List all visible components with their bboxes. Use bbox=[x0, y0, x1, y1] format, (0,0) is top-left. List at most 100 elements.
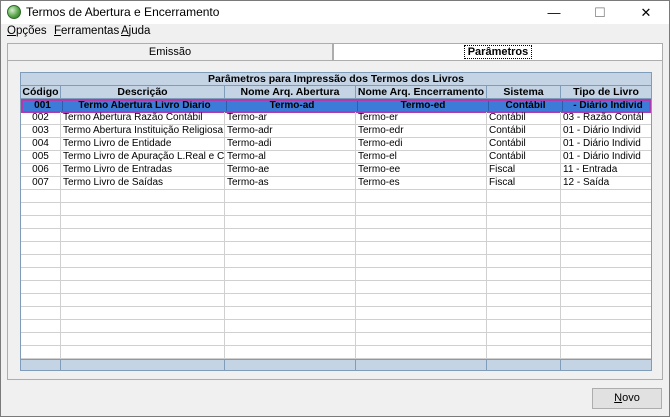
cell-tipo-livro[interactable] bbox=[561, 190, 651, 202]
cell-arq-abertura[interactable] bbox=[225, 255, 356, 267]
cell-tipo-livro[interactable] bbox=[561, 229, 651, 241]
cell-sistema[interactable] bbox=[487, 242, 561, 254]
cell-sistema[interactable]: Contábil bbox=[489, 101, 563, 111]
cell-descricao[interactable]: Termo Livro de Entradas bbox=[61, 164, 225, 176]
novo-button[interactable]: Novo bbox=[592, 388, 662, 409]
empty-row[interactable] bbox=[21, 190, 651, 203]
cell-tipo-livro[interactable] bbox=[561, 268, 651, 280]
cell-codigo[interactable] bbox=[21, 294, 61, 306]
cell-sistema[interactable]: Contábil bbox=[487, 125, 561, 137]
cell-codigo[interactable] bbox=[21, 333, 61, 345]
cell-descricao[interactable]: Termo Abertura Razão Contábil bbox=[61, 112, 225, 124]
cell-sistema[interactable]: Contábil bbox=[487, 112, 561, 124]
cell-codigo[interactable]: 002 bbox=[21, 112, 61, 124]
table-row[interactable]: 006 Termo Livro de Entradas Termo-ae Termo-… bbox=[21, 164, 651, 177]
cell-sistema[interactable] bbox=[487, 203, 561, 215]
empty-row[interactable] bbox=[21, 307, 651, 320]
cell-descricao[interactable] bbox=[61, 190, 225, 202]
cell-sistema[interactable]: Fiscal bbox=[487, 164, 561, 176]
empty-row[interactable] bbox=[21, 320, 651, 333]
cell-arq-encerramento[interactable] bbox=[356, 229, 487, 241]
col-header-sistema[interactable]: Sistema bbox=[487, 86, 561, 99]
minimize-button[interactable]: — bbox=[531, 1, 577, 24]
cell-tipo-livro[interactable]: - Diário Individ bbox=[563, 101, 651, 111]
cell-sistema[interactable] bbox=[487, 333, 561, 345]
cell-arq-abertura[interactable] bbox=[225, 203, 356, 215]
params-grid[interactable]: Parâmetros para Impressão dos Termos dos… bbox=[20, 72, 652, 371]
cell-arq-abertura[interactable]: Termo-al bbox=[225, 151, 356, 163]
cell-arq-encerramento[interactable] bbox=[356, 320, 487, 332]
col-header-codigo[interactable]: Código bbox=[21, 86, 61, 99]
cell-arq-abertura[interactable] bbox=[225, 281, 356, 293]
cell-arq-abertura[interactable] bbox=[225, 242, 356, 254]
cell-tipo-livro[interactable]: 12 - Saída bbox=[561, 177, 651, 189]
maximize-button[interactable]: ☐ bbox=[577, 1, 623, 24]
cell-sistema[interactable] bbox=[487, 281, 561, 293]
col-header-tipo-livro[interactable]: Tipo de Livro bbox=[561, 86, 651, 99]
table-row[interactable]: 001 Termo Abertura Livro Diario Termo-ad Te… bbox=[21, 99, 651, 113]
cell-codigo[interactable] bbox=[21, 255, 61, 267]
empty-row[interactable] bbox=[21, 346, 651, 359]
menu-ajuda[interactable]: Ajuda bbox=[121, 25, 150, 37]
cell-sistema[interactable] bbox=[487, 307, 561, 319]
cell-descricao[interactable] bbox=[61, 268, 225, 280]
cell-codigo[interactable] bbox=[21, 216, 61, 228]
cell-descricao[interactable] bbox=[61, 320, 225, 332]
cell-arq-abertura[interactable] bbox=[225, 294, 356, 306]
cell-descricao[interactable] bbox=[61, 307, 225, 319]
cell-tipo-livro[interactable] bbox=[561, 281, 651, 293]
cell-codigo[interactable]: 001 bbox=[23, 101, 63, 111]
empty-row[interactable] bbox=[21, 216, 651, 229]
cell-tipo-livro[interactable] bbox=[561, 255, 651, 267]
cell-arq-encerramento[interactable]: Termo-ee bbox=[356, 164, 487, 176]
menu-ferramentas[interactable]: Ferramentas bbox=[54, 25, 119, 37]
menu-opcoes[interactable]: Opções bbox=[7, 25, 47, 37]
table-row[interactable]: 003 Termo Abertura Instituição Religiosa T… bbox=[21, 125, 651, 138]
cell-arq-encerramento[interactable]: Termo-edr bbox=[356, 125, 487, 137]
cell-tipo-livro[interactable] bbox=[561, 242, 651, 254]
cell-arq-encerramento[interactable] bbox=[356, 216, 487, 228]
cell-descricao[interactable] bbox=[61, 346, 225, 358]
cell-sistema[interactable]: Fiscal bbox=[487, 177, 561, 189]
cell-codigo[interactable] bbox=[21, 229, 61, 241]
cell-codigo[interactable]: 004 bbox=[21, 138, 61, 150]
cell-descricao[interactable]: Termo Abertura Livro Diario bbox=[63, 101, 227, 111]
cell-arq-abertura[interactable] bbox=[225, 307, 356, 319]
cell-tipo-livro[interactable] bbox=[561, 333, 651, 345]
cell-arq-abertura[interactable] bbox=[225, 229, 356, 241]
cell-tipo-livro[interactable] bbox=[561, 307, 651, 319]
cell-descricao[interactable]: Termo Livro de Saídas bbox=[61, 177, 225, 189]
cell-codigo[interactable] bbox=[21, 346, 61, 358]
cell-sistema[interactable] bbox=[487, 190, 561, 202]
cell-codigo[interactable] bbox=[21, 307, 61, 319]
cell-arq-abertura[interactable] bbox=[225, 320, 356, 332]
cell-descricao[interactable] bbox=[61, 203, 225, 215]
cell-tipo-livro[interactable]: 11 - Entrada bbox=[561, 164, 651, 176]
cell-arq-abertura[interactable] bbox=[225, 190, 356, 202]
cell-descricao[interactable] bbox=[61, 216, 225, 228]
cell-sistema[interactable] bbox=[487, 294, 561, 306]
cell-arq-abertura[interactable] bbox=[225, 346, 356, 358]
empty-row[interactable] bbox=[21, 203, 651, 216]
cell-descricao[interactable] bbox=[61, 255, 225, 267]
cell-arq-encerramento[interactable]: Termo-ed bbox=[358, 101, 489, 111]
cell-arq-abertura[interactable] bbox=[225, 333, 356, 345]
cell-sistema[interactable] bbox=[487, 229, 561, 241]
tab-emissao[interactable]: Emissão bbox=[7, 43, 333, 61]
tab-parametros[interactable]: Parâmetros bbox=[333, 43, 663, 61]
cell-arq-abertura[interactable] bbox=[225, 268, 356, 280]
cell-arq-encerramento[interactable] bbox=[356, 203, 487, 215]
cell-arq-encerramento[interactable] bbox=[356, 333, 487, 345]
cell-arq-encerramento[interactable]: Termo-es bbox=[356, 177, 487, 189]
col-header-arq-encerramento[interactable]: Nome Arq. Encerramento bbox=[356, 86, 487, 99]
table-row[interactable]: 005 Termo Livro de Apuração L.Real e CSL T… bbox=[21, 151, 651, 164]
cell-descricao[interactable] bbox=[61, 242, 225, 254]
cell-codigo[interactable] bbox=[21, 268, 61, 280]
table-row[interactable]: 004 Termo Livro de Entidade Termo-adi Termo… bbox=[21, 138, 651, 151]
cell-arq-encerramento[interactable] bbox=[356, 255, 487, 267]
cell-arq-encerramento[interactable] bbox=[356, 281, 487, 293]
cell-sistema[interactable] bbox=[487, 255, 561, 267]
cell-sistema[interactable] bbox=[487, 216, 561, 228]
cell-sistema[interactable] bbox=[487, 346, 561, 358]
close-button[interactable]: ✕ bbox=[623, 1, 669, 24]
